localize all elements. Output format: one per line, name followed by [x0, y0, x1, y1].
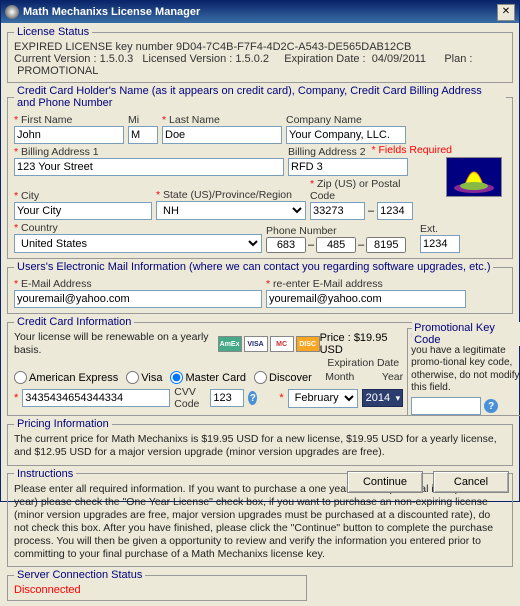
server-status: Disconnected [14, 584, 300, 596]
license-status-group: License Status EXPIRED LICENSE key numbe… [7, 26, 513, 83]
promo-input[interactable] [411, 397, 481, 415]
year-select[interactable]: 2014 [362, 389, 403, 407]
mi-input[interactable] [128, 126, 158, 144]
email-input[interactable] [14, 290, 262, 308]
radio-mc[interactable]: Master Card [170, 371, 246, 384]
titlebar: Math Mechanixs License Manager ✕ [1, 1, 519, 23]
version-line: Current Version : 1.5.0.3 Licensed Versi… [14, 53, 506, 77]
decorative-image [446, 157, 502, 197]
holder-legend: Credit Card Holder's Name (as it appears… [14, 85, 506, 109]
pricing-group: Pricing Information The current price fo… [7, 418, 513, 465]
phone1-input[interactable] [266, 237, 306, 253]
first-name-input[interactable] [14, 126, 124, 144]
state-select[interactable]: NH [156, 201, 306, 220]
window-title: Math Mechanixs License Manager [23, 6, 497, 18]
city-input[interactable] [14, 202, 152, 220]
addr1-input[interactable] [14, 158, 284, 176]
country-select[interactable]: United States [14, 234, 262, 253]
server-status-group: Server Connection Status Disconnected [7, 569, 307, 601]
phone2-input[interactable] [316, 237, 356, 253]
license-status-legend: License Status [14, 26, 92, 38]
email-legend: Users's Electronic Mail Information (whe… [14, 261, 493, 273]
cvv-input[interactable] [210, 389, 244, 407]
email-confirm-input[interactable] [266, 290, 466, 308]
cc-number-input[interactable] [22, 389, 170, 407]
ext-input[interactable] [420, 235, 460, 253]
cancel-button[interactable]: Cancel [433, 471, 509, 493]
app-icon [5, 5, 19, 19]
radio-amex[interactable]: American Express [14, 371, 118, 384]
cc-group: Credit Card Information Promotional Key … [7, 316, 520, 416]
month-select[interactable]: February [288, 389, 358, 408]
close-button[interactable]: ✕ [497, 4, 515, 21]
cc-legend: Credit Card Information [14, 316, 134, 328]
fields-required-label: * Fields Required [371, 144, 452, 156]
phone3-input[interactable] [366, 237, 406, 253]
zip-input[interactable] [310, 202, 365, 220]
cvv-help-icon[interactable]: ? [248, 391, 257, 405]
continue-button[interactable]: Continue [347, 471, 423, 493]
promo-group: Promotional Key Code Use this field ONLY… [407, 328, 520, 416]
content: License Status EXPIRED LICENSE key numbe… [1, 23, 519, 606]
license-key-line: EXPIRED LICENSE key number 9D04-7C4B-F7F… [14, 41, 506, 53]
addr2-input[interactable] [288, 158, 408, 176]
help-icon[interactable]: ? [484, 399, 498, 413]
zip4-input[interactable] [377, 202, 413, 220]
email-group: Users's Electronic Mail Information (whe… [7, 261, 513, 314]
holder-group: Credit Card Holder's Name (as it appears… [7, 85, 513, 259]
window: Math Mechanixs License Manager ✕ License… [0, 0, 520, 502]
card-brand-icons: AmExVISAMCDISC [218, 336, 320, 352]
radio-visa[interactable]: Visa [126, 371, 162, 384]
radio-disc[interactable]: Discover [254, 371, 312, 384]
last-name-input[interactable] [162, 126, 282, 144]
company-input[interactable] [286, 126, 406, 144]
